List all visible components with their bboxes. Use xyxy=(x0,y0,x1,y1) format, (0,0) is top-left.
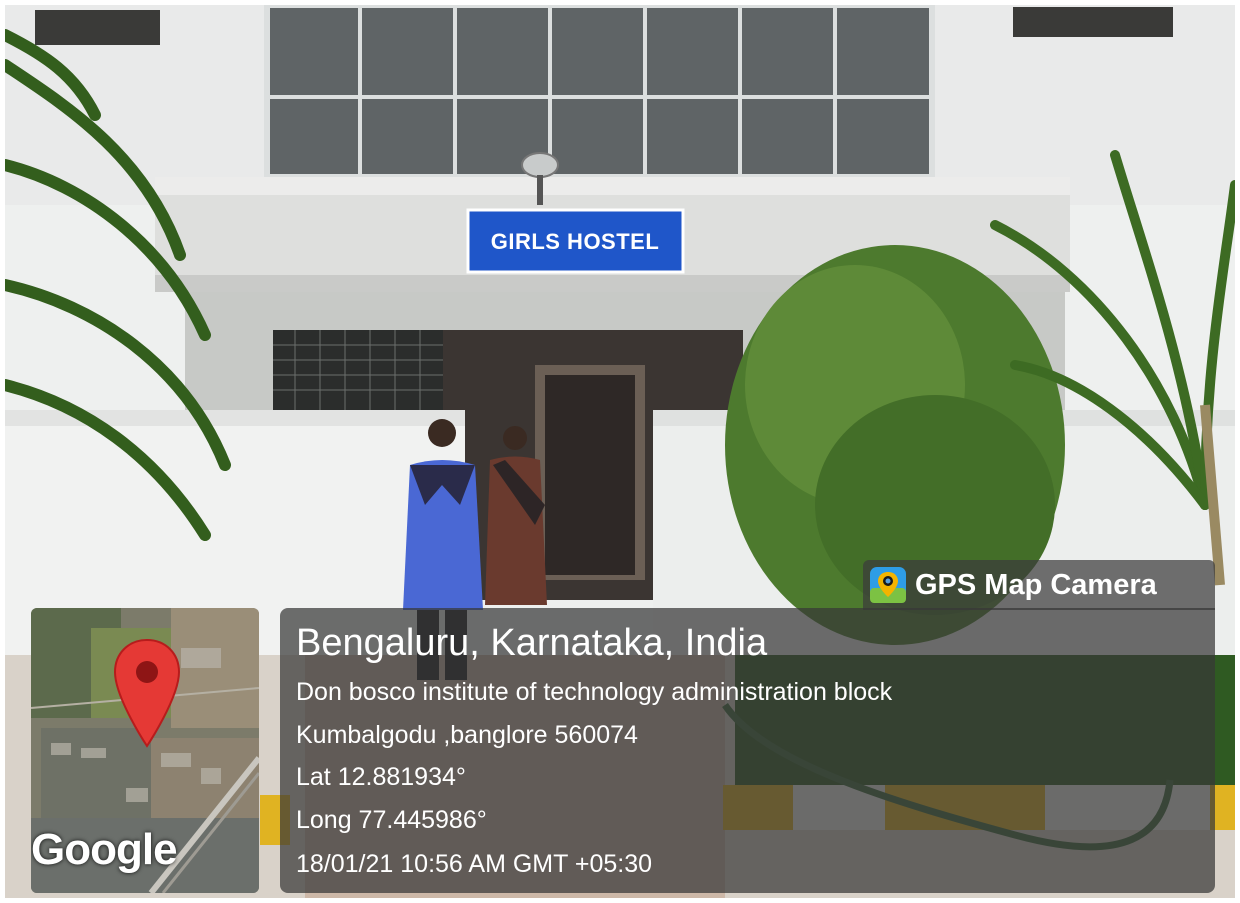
address-line-1: Don bosco institute of technology admini… xyxy=(296,678,893,706)
photo: GIRLS HOSTEL GPS Map Camera Google Benga… xyxy=(5,5,1235,898)
gps-camera-tag: GPS Map Camera xyxy=(863,560,1215,610)
longitude: Long 77.445986° xyxy=(296,806,487,834)
sign-text: GIRLS HOSTEL xyxy=(491,229,660,254)
latitude: Lat 12.881934° xyxy=(296,763,466,791)
camera-pin-icon xyxy=(870,567,906,603)
google-logo: Google xyxy=(31,825,178,874)
map-pin-icon xyxy=(113,638,181,748)
location-info-panel: Bengaluru, Karnataka, India Don bosco in… xyxy=(280,608,1215,893)
app-label: GPS Map Camera xyxy=(915,568,1157,601)
address-line-2: Kumbalgodu ,banglore 560074 xyxy=(296,721,638,749)
mini-map: Google xyxy=(31,608,259,893)
datetime: 18/01/21 10:56 AM GMT +05:30 xyxy=(296,850,653,878)
location-title: Bengaluru, Karnataka, India xyxy=(296,622,768,664)
